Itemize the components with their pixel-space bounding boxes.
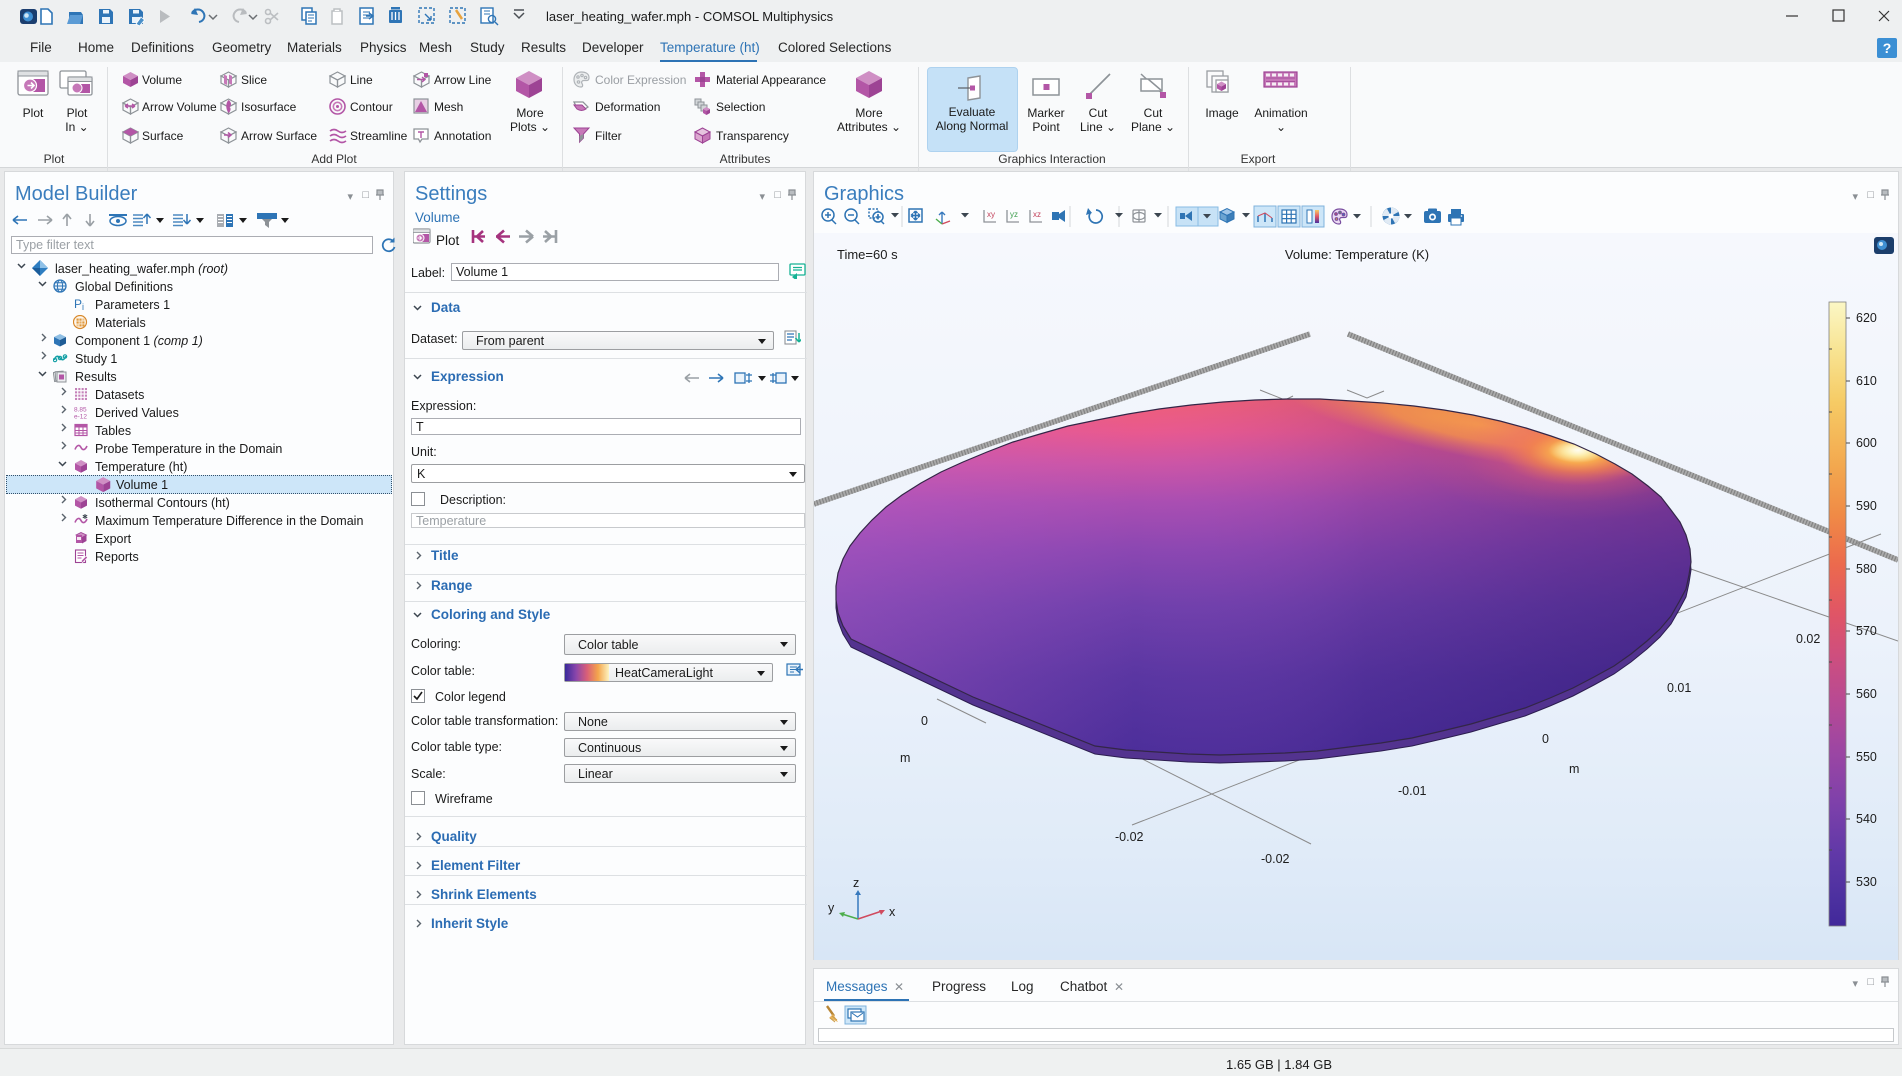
svg-text:580: 580 [1856, 562, 1877, 576]
svg-text:-0.01: -0.01 [1398, 784, 1427, 798]
svg-text:y: y [828, 901, 835, 915]
svg-text:m: m [1569, 762, 1579, 776]
svg-text:xy: xy [987, 210, 995, 219]
svg-text:0: 0 [1542, 732, 1549, 746]
svg-text:550: 550 [1856, 750, 1877, 764]
svg-text:-0.02: -0.02 [1261, 852, 1290, 866]
svg-text:560: 560 [1856, 687, 1877, 701]
svg-text:m: m [900, 751, 910, 765]
svg-text:530: 530 [1856, 875, 1877, 889]
svg-text:yz: yz [1010, 210, 1018, 219]
svg-text:z: z [853, 876, 859, 890]
svg-text:570: 570 [1856, 624, 1877, 638]
svg-text:0: 0 [921, 714, 928, 728]
svg-text:-0.02: -0.02 [1115, 830, 1144, 844]
svg-text:Time=60 s: Time=60 s [837, 247, 898, 262]
svg-text:x: x [889, 905, 896, 919]
svg-text:620: 620 [1856, 311, 1877, 325]
svg-text:Volume: Temperature (K): Volume: Temperature (K) [1285, 247, 1429, 262]
svg-text:xz: xz [1033, 210, 1041, 219]
svg-text:0.01: 0.01 [1667, 681, 1691, 695]
svg-text:590: 590 [1856, 499, 1877, 513]
svg-text:laser_heating_wafer.mph - COMS: laser_heating_wafer.mph - COMSOL Multiph… [546, 9, 834, 24]
svg-text:0.02: 0.02 [1796, 632, 1820, 646]
svg-text:600: 600 [1856, 436, 1877, 450]
svg-text:610: 610 [1856, 374, 1877, 388]
svg-text:540: 540 [1856, 812, 1877, 826]
